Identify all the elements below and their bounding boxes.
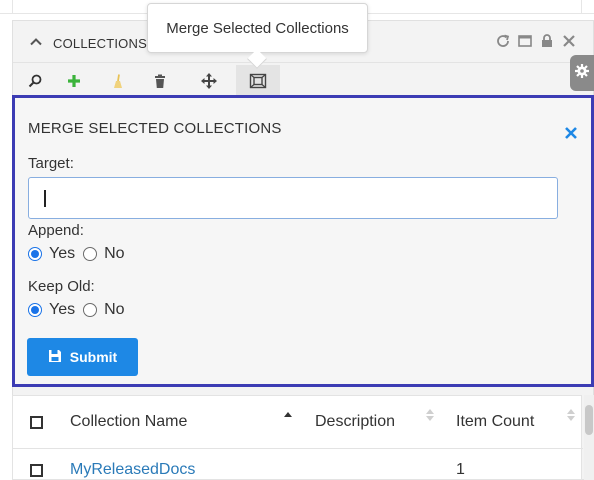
append-yes-label[interactable]: Yes [49,245,75,263]
append-radio-group: Yes No [28,245,133,263]
column-header-collection-name[interactable]: Collection Name [70,413,187,431]
keep-old-yes-radio[interactable] [28,303,42,317]
submit-label: Submit [69,349,118,365]
lock-icon[interactable] [539,33,555,49]
collection-name-link[interactable]: MyReleasedDocs [70,461,195,479]
add-icon [66,73,82,94]
tooltip: Merge Selected Collections [147,3,368,53]
column-header-description[interactable]: Description [315,413,395,431]
scrollbar-thumb[interactable] [585,405,593,435]
append-no-radio[interactable] [83,247,98,261]
keep-old-radio-group: Yes No [28,301,133,319]
append-no-label[interactable]: No [104,245,124,263]
sort-asc-icon[interactable] [284,411,292,423]
search-icon [27,73,43,94]
merge-icon [249,73,267,94]
trash-icon [152,73,168,94]
move-icon [200,72,218,95]
append-yes-radio[interactable] [28,247,42,261]
merge-panel: MERGE SELECTED COLLECTIONS Target: Appen… [12,95,594,387]
target-label: Target: [28,155,74,172]
append-label: Append: [28,222,84,239]
select-all-checkbox[interactable] [30,416,43,429]
chevron-up-icon[interactable] [29,35,43,49]
row-separator [13,448,583,449]
refresh-icon[interactable] [495,33,511,49]
sort-icon[interactable] [567,408,575,421]
table-scrollbar[interactable] [584,395,594,480]
column-header-item-count[interactable]: Item Count [456,413,534,431]
keep-old-no-radio[interactable] [83,303,98,317]
broom-icon [110,73,126,94]
collection-item-count: 1 [456,461,465,478]
merge-panel-title: MERGE SELECTED COLLECTIONS [28,120,282,137]
keep-old-yes-label[interactable]: Yes [49,301,75,319]
target-input[interactable] [28,177,558,219]
close-icon[interactable] [561,33,577,49]
sort-icon[interactable] [426,408,434,421]
settings-tab[interactable] [570,55,594,91]
keep-old-label: Keep Old: [28,278,95,295]
submit-button[interactable]: Submit [27,338,138,376]
panel-header-icons [495,33,577,49]
collections-table: Collection Name Description Item Count M… [12,395,583,480]
maximize-icon[interactable] [517,33,533,49]
row-checkbox[interactable] [30,464,43,477]
save-icon [48,349,62,366]
keep-old-no-label[interactable]: No [104,301,124,319]
close-icon[interactable] [563,125,579,141]
gear-icon [574,63,590,84]
text-caret [44,190,46,207]
panel-title: COLLECTIONS [53,36,147,51]
